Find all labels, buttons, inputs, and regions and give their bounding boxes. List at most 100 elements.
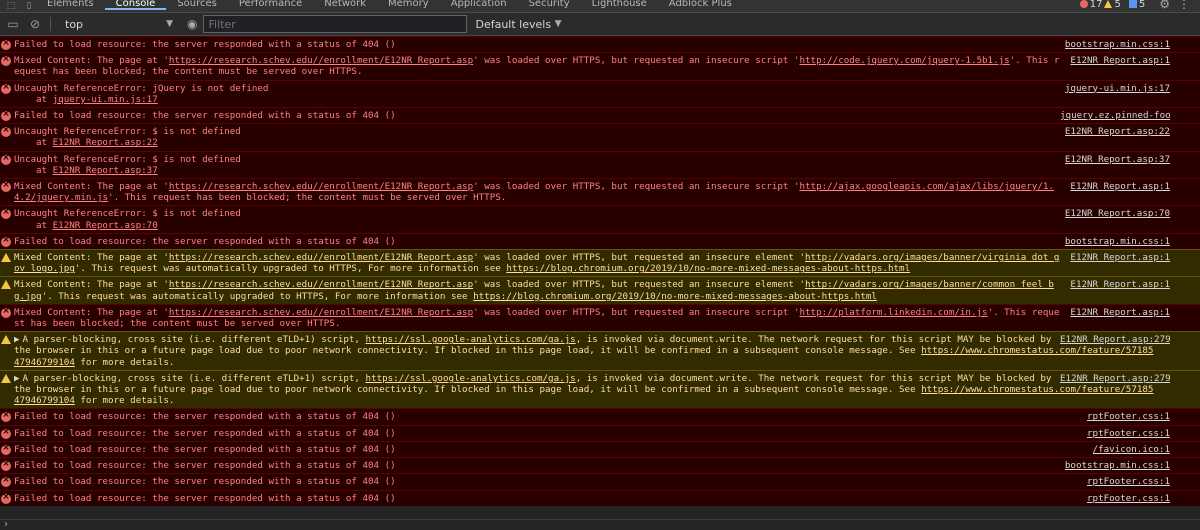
more-options-icon[interactable]: ⋮: [1178, 0, 1190, 11]
stack-location-link[interactable]: E12NR_Report.asp:70: [53, 220, 158, 231]
message-url-link[interactable]: https://research.schev.edu//enrollment/E…: [169, 307, 473, 318]
warning-icon: [1, 280, 11, 290]
error-count: 17: [1089, 0, 1103, 10]
clear-console-icon[interactable]: ⊘: [26, 15, 44, 33]
tab-security[interactable]: Security: [518, 0, 581, 10]
message-source-link[interactable]: bootstrap.min.css:1: [1065, 236, 1170, 247]
message-body: Failed to load resource: the server resp…: [14, 39, 396, 50]
message-source-link[interactable]: E12NR_Report.asp:1: [1070, 307, 1170, 318]
tab-sources[interactable]: Sources: [166, 0, 228, 10]
info-count: 5: [1138, 0, 1146, 10]
console-message: rptFooter.css:1 Failed to load resource: …: [0, 408, 1200, 425]
console-message: jquery-ui.min.js:17Uncaught ReferenceErr…: [0, 79, 1200, 108]
expand-triangle-icon[interactable]: ▶: [14, 373, 20, 384]
devtools-tabbar: ⬚ ▯ Elements Console Sources Performance Net…: [0, 0, 1200, 13]
message-body: Uncaught ReferenceError: $ is not define…: [14, 208, 241, 220]
message-text: Uncaught ReferenceError: $ is not define…: [14, 154, 241, 165]
message-url-link[interactable]: http://platform.linkedin.com/in.js: [799, 307, 987, 318]
console-message: E12NR_Report.asp:37Uncaught ReferenceErr…: [0, 150, 1200, 179]
stack-location-link[interactable]: E12NR_Report.asp:22: [53, 137, 158, 148]
message-source-link[interactable]: E12NR_Report.asp:1: [1070, 279, 1170, 290]
error-icon: [1, 207, 11, 220]
message-source-link[interactable]: E12NR_Report.asp:1: [1070, 55, 1170, 66]
device-toolbar-icon[interactable]: ▯: [22, 1, 36, 11]
message-url-link[interactable]: https://research.schev.edu//enrollment/E…: [169, 252, 473, 263]
sidebar-toggle-icon[interactable]: ▭: [4, 15, 22, 33]
prompt-caret-icon: ›: [4, 519, 8, 530]
message-text: Failed to load resource: the server resp…: [14, 428, 396, 439]
message-url-link[interactable]: https://research.schev.edu//enrollment/E…: [169, 181, 473, 192]
message-url-link[interactable]: https://research.schev.edu//enrollment/E…: [169, 55, 473, 66]
expand-triangle-icon[interactable]: ▶: [14, 334, 20, 345]
settings-gear-icon[interactable]: ⚙: [1159, 0, 1170, 11]
message-source-link[interactable]: rptFooter.css:1: [1087, 411, 1170, 422]
info-count-icon: [1128, 0, 1137, 8]
console-message: rptFooter.css:1 Failed to load resource: …: [0, 473, 1200, 490]
message-source-link[interactable]: E12NR_Report.asp:279: [1060, 334, 1170, 345]
issues-counter[interactable]: 17 5 5: [1079, 0, 1146, 10]
message-source-link[interactable]: E12NR_Report.asp:1: [1070, 181, 1170, 192]
message-source-link[interactable]: E12NR_Report.asp:37: [1065, 154, 1170, 165]
error-icon: [1, 235, 11, 247]
tab-lighthouse[interactable]: Lighthouse: [581, 0, 658, 10]
message-url-link[interactable]: https://www.chromestatus.com/feature/571…: [14, 345, 1153, 367]
message-body: A parser-blocking, cross site (i.e. diff…: [14, 372, 1154, 407]
message-text: Failed to load resource: the server resp…: [14, 444, 396, 455]
tab-network[interactable]: Network: [313, 0, 377, 10]
context-dropdown-icon: ▼: [166, 19, 173, 29]
message-text: Mixed Content: The page at 'https://rese…: [14, 181, 1054, 203]
message-text: Mixed Content: The page at 'https://rese…: [14, 279, 1054, 301]
stack-location-link[interactable]: jquery-ui.min.js:17: [53, 94, 158, 105]
levels-dropdown-icon: ▼: [554, 19, 562, 29]
stack-prefix: at: [36, 219, 48, 231]
message-source-link[interactable]: bootstrap.min.css:1: [1065, 39, 1170, 50]
tab-adblock-plus[interactable]: Adblock Plus: [658, 0, 743, 10]
console-message: E12NR_Report.asp:279 ▶ A parser-blocking, …: [0, 369, 1200, 409]
message-body: Failed to load resource: the server resp…: [14, 110, 396, 122]
log-levels-label: Default levels: [475, 17, 552, 31]
tab-performance[interactable]: Performance: [228, 0, 313, 10]
message-source-link[interactable]: E12NR_Report.asp:70: [1065, 208, 1170, 219]
message-url-link[interactable]: https://blog.chromium.org/2019/10/no-mor…: [506, 263, 910, 274]
message-url-link[interactable]: https://blog.chromium.org/2019/10/no-mor…: [473, 291, 877, 302]
error-count-icon: [1079, 0, 1088, 8]
console-prompt[interactable]: ›: [0, 519, 1200, 530]
warning-icon: [1, 373, 11, 383]
message-source-link[interactable]: E12NR_Report.asp:22: [1065, 126, 1170, 137]
log-levels-dropdown[interactable]: Default levels ▼: [475, 18, 561, 31]
message-url-link[interactable]: https://ssl.google-analytics.com/ga.js: [366, 373, 576, 384]
tab-memory[interactable]: Memory: [377, 0, 440, 10]
stack-trace-line: at E12NR_Report.asp:70: [14, 220, 1158, 231]
message-source-link[interactable]: rptFooter.css:1: [1087, 428, 1170, 439]
message-source-link[interactable]: rptFooter.css:1: [1087, 493, 1170, 504]
message-url-link[interactable]: https://www.chromestatus.com/feature/571…: [14, 384, 1153, 406]
message-text: Failed to load resource: the server resp…: [14, 493, 396, 504]
message-text: Uncaught ReferenceError: jQuery is not d…: [14, 83, 268, 94]
message-source-link[interactable]: E12NR_Report.asp:279: [1060, 373, 1170, 384]
error-icon: [1, 109, 11, 122]
message-url-link[interactable]: http://code.jquery.com/jquery-1.5b1.js: [799, 55, 1009, 66]
inspect-element-icon[interactable]: ⬚: [4, 1, 18, 11]
console-message: /favicon.ico:1 Failed to load resource: t…: [0, 440, 1200, 458]
stack-location-link[interactable]: E12NR_Report.asp:37: [53, 165, 158, 176]
message-url-link[interactable]: https://research.schev.edu//enrollment/E…: [169, 279, 473, 290]
context-selector[interactable]: top ▼: [57, 18, 177, 31]
message-url-link[interactable]: https://ssl.google-analytics.com/ga.js: [366, 334, 576, 345]
message-source-link[interactable]: bootstrap.min.css:1: [1065, 460, 1170, 471]
message-source-link[interactable]: jquery.ez.pinned-footer.js:1: [1060, 110, 1170, 121]
message-source-link[interactable]: jquery-ui.min.js:17: [1065, 83, 1170, 94]
message-source-link[interactable]: E12NR_Report.asp:1: [1070, 252, 1170, 263]
message-source-link[interactable]: /favicon.ico:1: [1093, 444, 1170, 455]
message-text: Mixed Content: The page at 'https://rese…: [14, 55, 1059, 77]
console-message: E12NR_Report.asp:70Uncaught ReferenceErr…: [0, 205, 1200, 233]
live-expression-eye-icon[interactable]: ◉: [187, 17, 197, 31]
tab-elements[interactable]: Elements: [36, 0, 105, 10]
tab-list: Elements Console Sources Performance Network…: [36, 0, 743, 10]
console-message: E12NR_Report.asp:22Uncaught ReferenceErr…: [0, 123, 1200, 151]
message-body: Mixed Content: The page at 'https://rese…: [14, 181, 1054, 204]
console-message: bootstrap.min.css:1 Failed to load resour…: [0, 457, 1200, 474]
message-source-link[interactable]: rptFooter.css:1: [1087, 476, 1170, 487]
filter-input[interactable]: [203, 15, 468, 33]
tab-application[interactable]: Application: [440, 0, 518, 10]
tab-console[interactable]: Console: [104, 0, 167, 10]
